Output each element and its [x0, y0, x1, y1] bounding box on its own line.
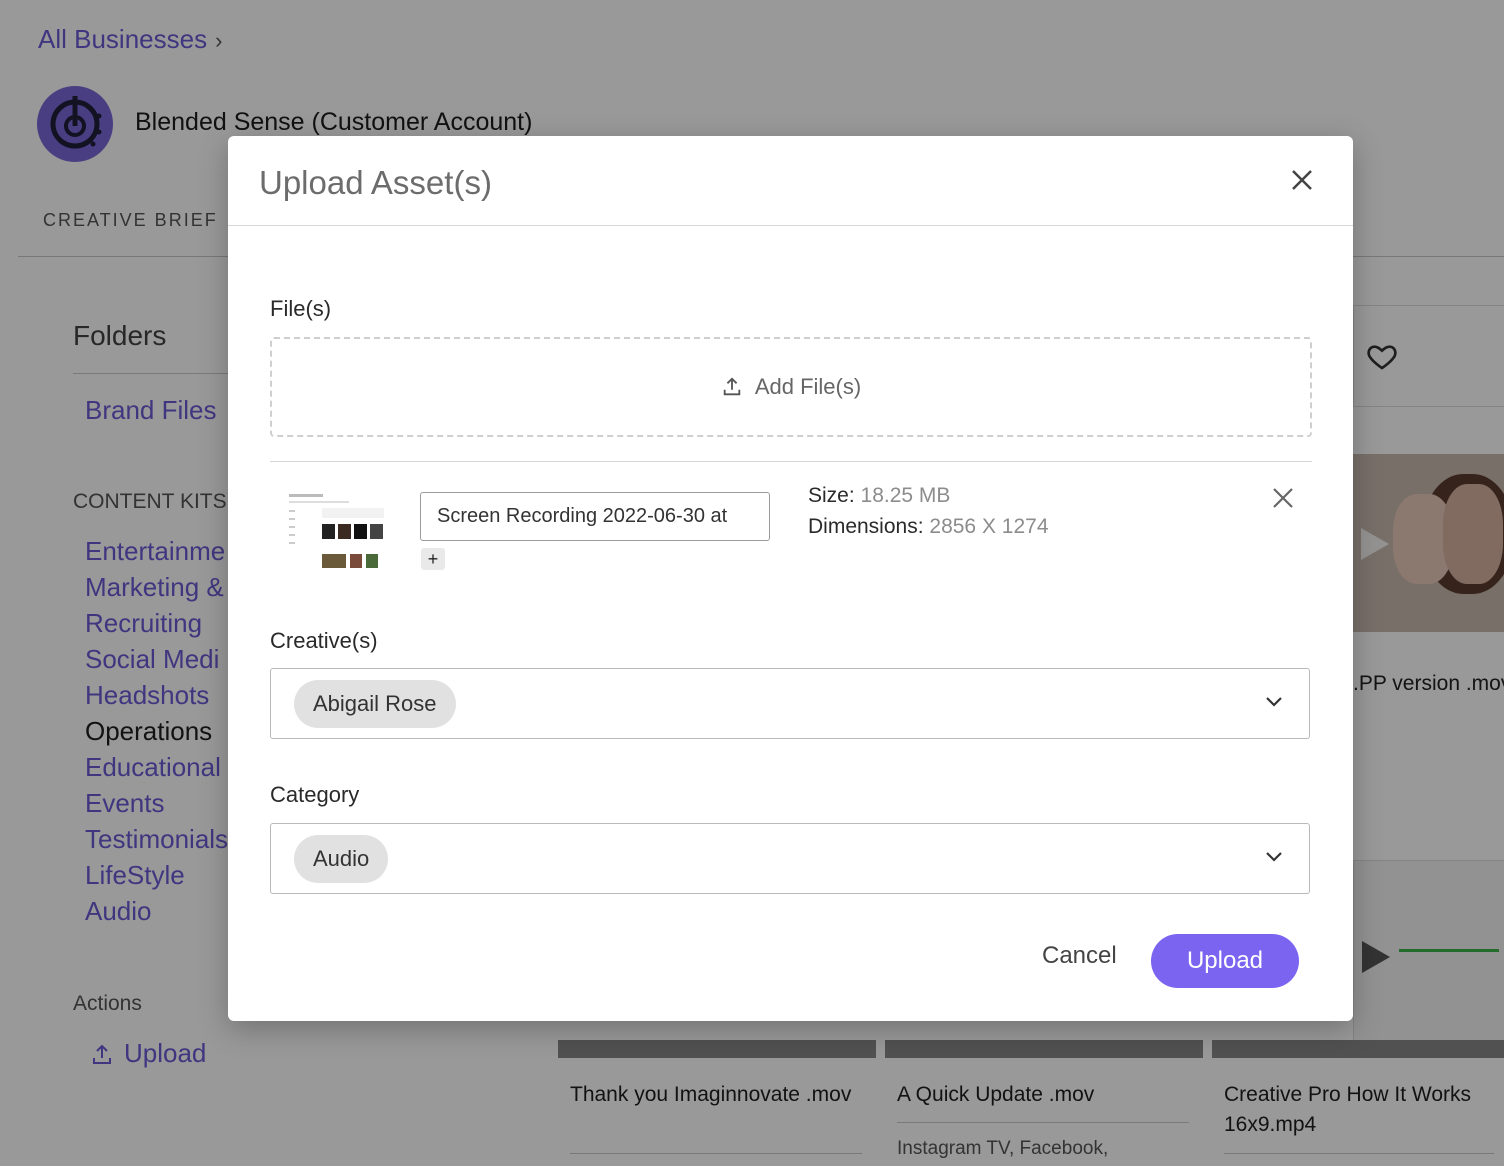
- chevron-down-icon[interactable]: [1264, 847, 1284, 872]
- file-name-input[interactable]: Screen Recording 2022-06-30 at: [420, 492, 770, 541]
- cancel-button[interactable]: Cancel: [1042, 942, 1117, 970]
- dialog-title: Upload Asset(s): [259, 164, 492, 201]
- add-files-label: Add File(s): [754, 374, 862, 399]
- category-select[interactable]: Audio: [270, 823, 1310, 894]
- upload-assets-dialog: Upload Asset(s) File(s) Add File(s) Scre…: [228, 136, 1353, 1021]
- divider: [270, 461, 1312, 462]
- add-option-button[interactable]: +: [421, 548, 445, 570]
- divider: [228, 225, 1353, 226]
- chevron-down-icon[interactable]: [1264, 692, 1284, 717]
- selected-chip[interactable]: Audio: [294, 835, 389, 883]
- upload-icon: [723, 377, 741, 396]
- size-label: Size:: [808, 484, 855, 507]
- remove-file-icon[interactable]: [1271, 486, 1295, 510]
- close-icon[interactable]: [1290, 168, 1314, 192]
- file-dimensions: Dimensions: 2856 X 1274: [808, 515, 1049, 539]
- creatives-label: Creative(s): [270, 628, 378, 653]
- upload-button[interactable]: Upload: [1151, 934, 1299, 988]
- category-label: Category: [270, 782, 360, 807]
- files-label: File(s): [270, 296, 332, 321]
- dimensions-value: 2856 X 1274: [929, 515, 1049, 538]
- selected-chip[interactable]: Abigail Rose: [294, 680, 456, 728]
- file-thumbnail: [284, 486, 394, 584]
- add-files-dropzone[interactable]: Add File(s): [270, 337, 1312, 437]
- dimensions-label: Dimensions:: [808, 515, 924, 538]
- creatives-select[interactable]: Abigail Rose: [270, 668, 1310, 739]
- file-size: Size: 18.25 MB: [808, 484, 950, 508]
- size-value: 18.25 MB: [860, 484, 951, 507]
